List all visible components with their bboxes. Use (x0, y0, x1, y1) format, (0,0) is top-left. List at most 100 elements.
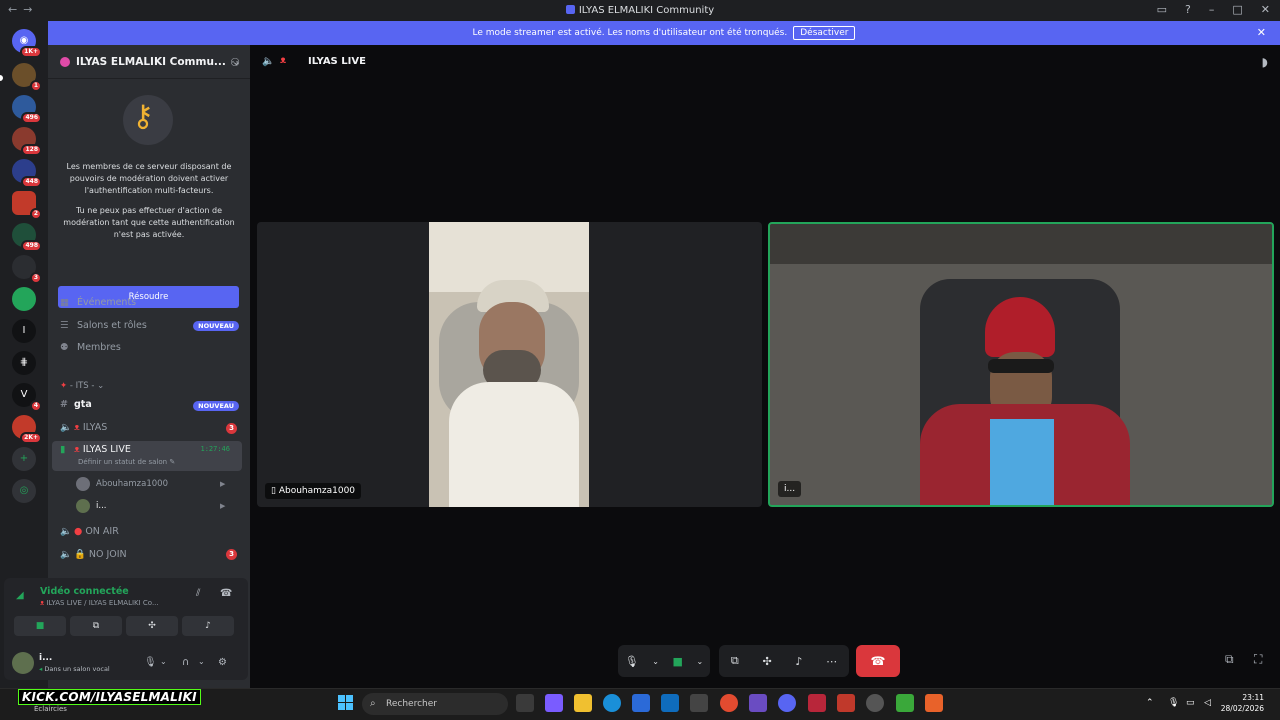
close-button[interactable]: ✕ (1261, 3, 1270, 16)
invite-icon[interactable]: ⚇ (230, 56, 240, 69)
channel-status[interactable]: Définir un statut de salon ✎ (78, 458, 175, 466)
server-icon[interactable]: 448 (12, 159, 42, 188)
app-icon[interactable] (896, 694, 914, 712)
channel-label: ON AIR (85, 526, 119, 537)
hang-up-button[interactable]: ☎ (856, 645, 900, 677)
gear-icon[interactable]: ⚙ (218, 657, 227, 668)
banner-text: Le mode streamer est activé. Les noms d'… (472, 28, 788, 38)
volume-icon[interactable]: ◁ (1204, 698, 1211, 708)
windows-start-icon[interactable] (338, 695, 354, 711)
server-icon[interactable]: 3 (12, 255, 42, 284)
chevron-up-icon[interactable]: ⌃ (1146, 698, 1154, 708)
server-badge: 128 (21, 144, 42, 156)
chevron-down-icon: ⌄ (97, 381, 105, 391)
voice-icon: 🔈 (60, 526, 72, 537)
microphone-icon[interactable]: 🎙 (625, 655, 639, 668)
video-tile[interactable]: ▯ Abouhamza1000 (257, 222, 762, 507)
minimize-button[interactable]: – (1209, 3, 1215, 16)
activities-icon[interactable]: ✣ (762, 655, 771, 668)
app-icon[interactable] (866, 694, 884, 712)
server-header[interactable]: ILYAS ELMALIKI Commu... ⌄ ⚇ (48, 45, 250, 79)
screen-share-icon[interactable]: ⧉ (731, 654, 739, 668)
pin-icon: ✦ (60, 381, 68, 391)
store-icon[interactable] (632, 694, 650, 712)
nav-events[interactable]: ▦ Événements (60, 297, 136, 308)
inbox-icon[interactable]: ▭ (1157, 3, 1167, 16)
popout-icon[interactable]: ⧉ (1225, 652, 1234, 667)
server-icon[interactable]: I (12, 319, 36, 343)
copilot-icon[interactable] (545, 694, 563, 712)
category-header[interactable]: ✦ - ITS - ⌄ (60, 381, 104, 391)
add-server-button[interactable]: + (12, 447, 36, 471)
voice-member[interactable]: i... ▶ (76, 499, 225, 513)
channel-ilyas[interactable]: 🔈 ᴥ ILYAS (60, 422, 107, 433)
voice-member[interactable]: Abouhamza1000 ▶ (76, 477, 225, 491)
channel-on-air[interactable]: 🔈 ● ON AIR (60, 526, 119, 537)
disconnect-icon[interactable]: ☎ (220, 588, 232, 599)
chat-icon[interactable]: ◗ (1262, 55, 1268, 69)
emoji-icon: ᴥ (280, 55, 287, 66)
pencil-icon: ✎ (169, 458, 176, 466)
chevron-down-icon[interactable]: ⌄ (696, 657, 703, 666)
channel-ilyas-live[interactable]: ▮ ᴥ ILYAS LIVE 1:27:46 Définir un statut … (52, 441, 242, 471)
disable-streamer-button[interactable]: Désactiver (793, 26, 856, 40)
chevron-down-icon[interactable]: ⌄ (198, 657, 205, 666)
nav-channels-roles[interactable]: ☰ Salons et rôles (60, 320, 147, 331)
direct-messages-button[interactable]: ◉ 1K+ (12, 29, 42, 58)
server-icon[interactable] (12, 287, 36, 311)
outlook-icon[interactable] (661, 694, 679, 712)
fullscreen-icon[interactable]: ⛶ (1254, 652, 1262, 667)
server-icon[interactable]: 498 (12, 223, 42, 252)
taskbar-search[interactable]: ⌕ Rechercher (362, 693, 508, 715)
chevron-down-icon[interactable]: ⌄ (652, 657, 659, 666)
nav-members[interactable]: ⚉ Membres (60, 342, 121, 353)
server-icon[interactable]: 2 (12, 191, 42, 220)
file-explorer-icon[interactable] (574, 694, 592, 712)
mic-camera-controls: 🎙 ⌄ ■ ⌄ (618, 645, 710, 677)
voice-location[interactable]: ᴥ ILYAS LIVE / ILYAS ELMALIKI Co... (40, 599, 159, 607)
system-clock[interactable]: 23:11 28/02/2026 (1221, 692, 1264, 714)
soundboard-button[interactable]: ♪ (182, 616, 234, 636)
close-icon[interactable]: ✕ (1257, 26, 1266, 39)
camera-button[interactable]: ■ (14, 616, 66, 636)
noise-suppression-icon[interactable]: ⫽ (196, 588, 200, 599)
avatar[interactable] (12, 652, 34, 674)
server-icon[interactable]: 128 (12, 127, 42, 156)
compass-icon: ◎ (19, 485, 29, 496)
video-tile-speaking[interactable]: i... (768, 222, 1274, 507)
task-view-icon[interactable] (516, 694, 534, 712)
server-icon[interactable]: V4 (12, 383, 42, 412)
discord-taskbar-icon[interactable] (778, 694, 796, 712)
screen-share-button[interactable]: ⧉ (70, 616, 122, 636)
soundboard-icon[interactable]: ♪ (795, 655, 802, 668)
server-icon[interactable]: 1 (12, 63, 42, 92)
chevron-down-icon[interactable]: ⌄ (160, 657, 167, 666)
help-icon[interactable]: ? (1185, 3, 1191, 16)
maximize-button[interactable]: □ (1232, 3, 1242, 16)
edge-icon[interactable] (603, 694, 621, 712)
app-icon[interactable] (690, 694, 708, 712)
channel-gta[interactable]: # gta (60, 399, 92, 410)
dm-badge: 1K+ (20, 46, 42, 58)
headphones-icon[interactable]: ∩ (182, 657, 189, 668)
channel-no-join[interactable]: 🔈 🔒 NO JOIN (60, 549, 127, 560)
signal-icon[interactable]: ◢ (16, 590, 24, 601)
microphone-icon[interactable]: 🎙 (144, 657, 157, 668)
chrome-icon[interactable] (720, 694, 738, 712)
more-icon[interactable]: ⋯ (826, 655, 837, 668)
acrobat-icon[interactable] (808, 694, 826, 712)
server-icon[interactable]: 2K+ (12, 415, 42, 444)
list-icon: ☰ (60, 320, 69, 331)
microphone-icon[interactable]: 🎙 (1168, 698, 1179, 708)
app-icon[interactable] (837, 694, 855, 712)
server-icon[interactable]: 496 (12, 95, 42, 124)
game-icon[interactable] (749, 694, 767, 712)
discover-button[interactable]: ◎ (12, 479, 36, 503)
app-icon[interactable] (925, 694, 943, 712)
weather-widget[interactable]: Éclaircies (34, 705, 67, 713)
activities-button[interactable]: ✣ (126, 616, 178, 636)
camera-icon[interactable]: ■ (673, 655, 683, 668)
network-icon[interactable]: ▭ (1186, 698, 1195, 708)
server-icon[interactable]: ⋕ (12, 351, 36, 375)
new-badge: NOUVEAU (193, 321, 239, 331)
